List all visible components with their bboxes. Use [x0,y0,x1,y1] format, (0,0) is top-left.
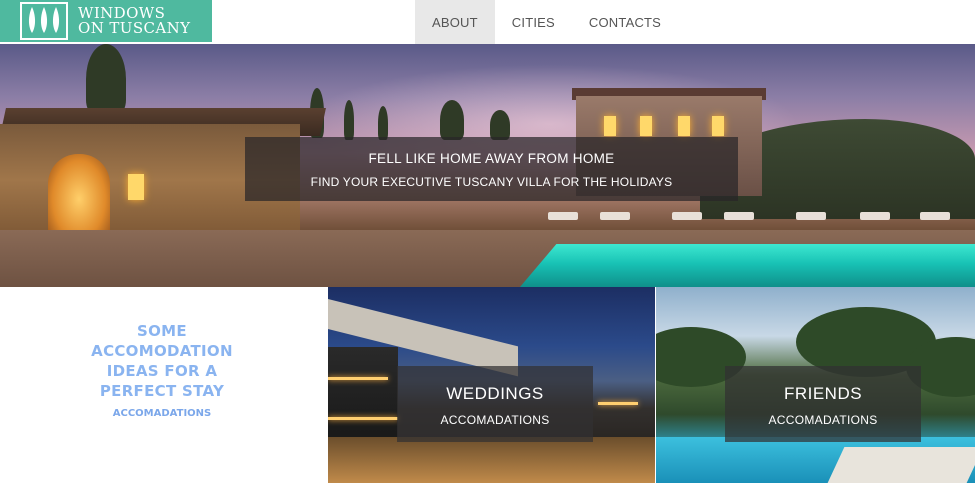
venue-light [598,402,638,405]
friends-title: FRIENDS [783,384,863,403]
sun-lounger [548,212,578,220]
pool-deck [827,447,975,483]
weddings-title: WEDDINGS [446,384,544,403]
weddings-caption: WEDDINGS ACCOMADATIONS [397,366,593,442]
villa-window [678,116,690,136]
sun-lounger [672,212,702,220]
intro-title: SOME ACCOMODATION IDEAS FOR A PERFECT ST… [91,322,233,400]
sun-lounger [860,212,890,220]
sun-lounger [796,212,826,220]
weddings-accomodations-link[interactable]: ACCOMADATIONS [397,413,593,427]
nav-about[interactable]: ABOUT [415,0,495,44]
venue-light [328,417,398,420]
intro-accomodations-link[interactable]: ACCOMADATIONS [82,408,242,419]
hero-subtitle: FIND YOUR EXECUTIVE TUSCANY VILLA FOR TH… [310,175,673,189]
sun-lounger [724,212,754,220]
hero-banner: FELL LIKE HOME AWAY FROM HOME FIND YOUR … [0,44,975,287]
cypress-tree [378,106,388,140]
friends-accomodations-link[interactable]: ACCOMADATIONS [725,413,921,427]
venue-light [328,377,388,380]
hero-title: FELL LIKE HOME AWAY FROM HOME [368,151,615,166]
intro-panel: SOME ACCOMODATION IDEAS FOR A PERFECT ST… [0,287,327,483]
site-header: WINDOWS ON TUSCANY ABOUT CITIES CONTACTS [0,0,975,44]
cypress-trees-icon [20,2,68,40]
swimming-pool [520,244,975,287]
main-nav: ABOUT CITIES CONTACTS [415,0,678,44]
cypress-tree [440,100,464,140]
wedding-terrace [328,437,655,483]
site-logo[interactable]: WINDOWS ON TUSCANY [0,0,212,42]
friends-caption: FRIENDS ACCOMADATIONS [725,366,921,442]
cypress-tree [490,110,510,140]
nav-contacts[interactable]: CONTACTS [572,0,678,44]
hero-caption: FELL LIKE HOME AWAY FROM HOME FIND YOUR … [245,137,738,201]
sun-lounger [920,212,950,220]
villa-window [712,116,724,136]
nav-cities[interactable]: CITIES [495,0,572,44]
villa-window [640,116,652,136]
house-window [128,174,144,200]
logo-line-2: ON TUSCANY [78,19,191,37]
logo-wordmark: WINDOWS ON TUSCANY [78,6,190,36]
villa-window [604,116,616,136]
weddings-tile[interactable]: WEDDINGS ACCOMADATIONS [328,287,655,483]
friends-tile[interactable]: FRIENDS ACCOMADATIONS [656,287,975,483]
cypress-tree [344,100,354,140]
sun-lounger [600,212,630,220]
cypress-tree [86,44,126,114]
